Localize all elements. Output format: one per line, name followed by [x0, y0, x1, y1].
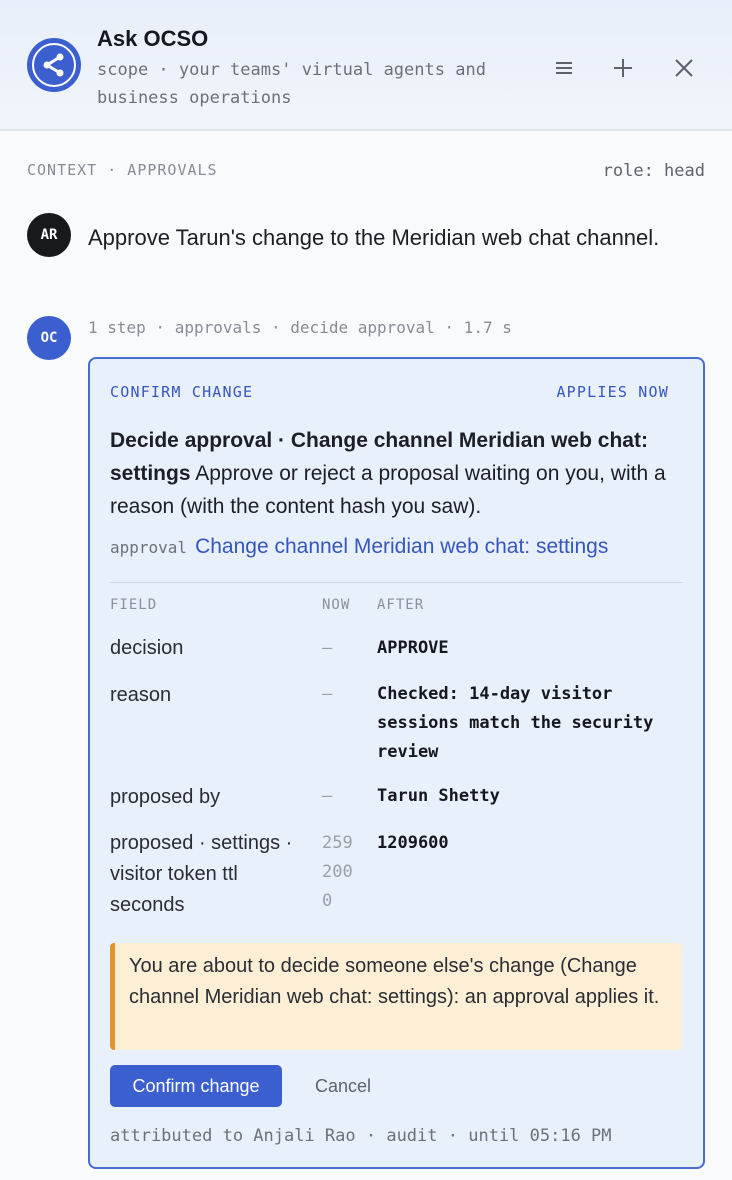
field-label: proposed · settings · visitor token ttl …: [110, 832, 293, 916]
card-label: CONFIRM CHANGE: [110, 383, 254, 401]
new-chat-button[interactable]: [605, 50, 641, 86]
column-header-now: NOW: [322, 597, 351, 613]
app-subtitle: scope · your teams' virtual agents and b…: [97, 60, 486, 108]
step-summary: 1 step · approvals · decide approval · 1…: [88, 318, 512, 337]
plus-icon: [614, 59, 632, 77]
field-label: proposed by: [110, 786, 221, 808]
field-after-value: 1209600: [377, 833, 449, 853]
field-now-value: —: [322, 684, 333, 704]
context-label: CONTEXT · APPROVALS: [27, 161, 218, 179]
chat-header: Ask OCSO scope · your teams' virtual age…: [0, 0, 732, 131]
share-network-icon: [32, 43, 76, 87]
close-button[interactable]: [666, 50, 702, 86]
approval-link[interactable]: Change channel Meridian web chat: settin…: [195, 535, 608, 558]
card-description: Decide approval · Change channel Meridia…: [110, 424, 690, 523]
close-icon: [675, 59, 693, 77]
menu-button[interactable]: [546, 50, 582, 86]
warning-text: You are about to decide someone else's c…: [129, 955, 660, 1008]
user-avatar: AR: [27, 213, 71, 257]
applies-now-label: APPLIES NOW: [556, 383, 669, 401]
column-header-field: FIELD: [110, 597, 158, 613]
field-after-value: Checked: 14-day visitor sessions match t…: [377, 684, 654, 762]
field-now-value: —: [322, 638, 333, 658]
app-logo: [27, 38, 81, 92]
card-description-text: Approve or reject a proposal waiting on …: [110, 462, 666, 518]
field-now-value: —: [322, 786, 333, 806]
field-label: reason: [110, 684, 172, 706]
approval-reference: approval Change channel Meridian web chat…: [110, 535, 608, 559]
divider: [110, 582, 683, 583]
field-after-value: APPROVE: [377, 638, 449, 658]
approval-key: approval: [110, 538, 188, 557]
field-now-value: 2592000: [322, 833, 353, 911]
cancel-button[interactable]: Cancel: [300, 1065, 386, 1107]
confirm-change-button[interactable]: Confirm change: [110, 1065, 282, 1107]
user-message: Approve Tarun's change to the Meridian w…: [88, 225, 660, 250]
field-label: decision: [110, 637, 184, 659]
agent-avatar: OC: [27, 316, 71, 360]
attribution-text: attributed to Anjali Rao · audit · until…: [110, 1126, 612, 1146]
column-header-after: AFTER: [377, 597, 425, 613]
field-after-value: Tarun Shetty: [377, 786, 500, 806]
hamburger-menu-icon: [556, 62, 572, 74]
app-title: Ask OCSO: [97, 26, 209, 51]
role-label: role: head: [602, 161, 705, 181]
